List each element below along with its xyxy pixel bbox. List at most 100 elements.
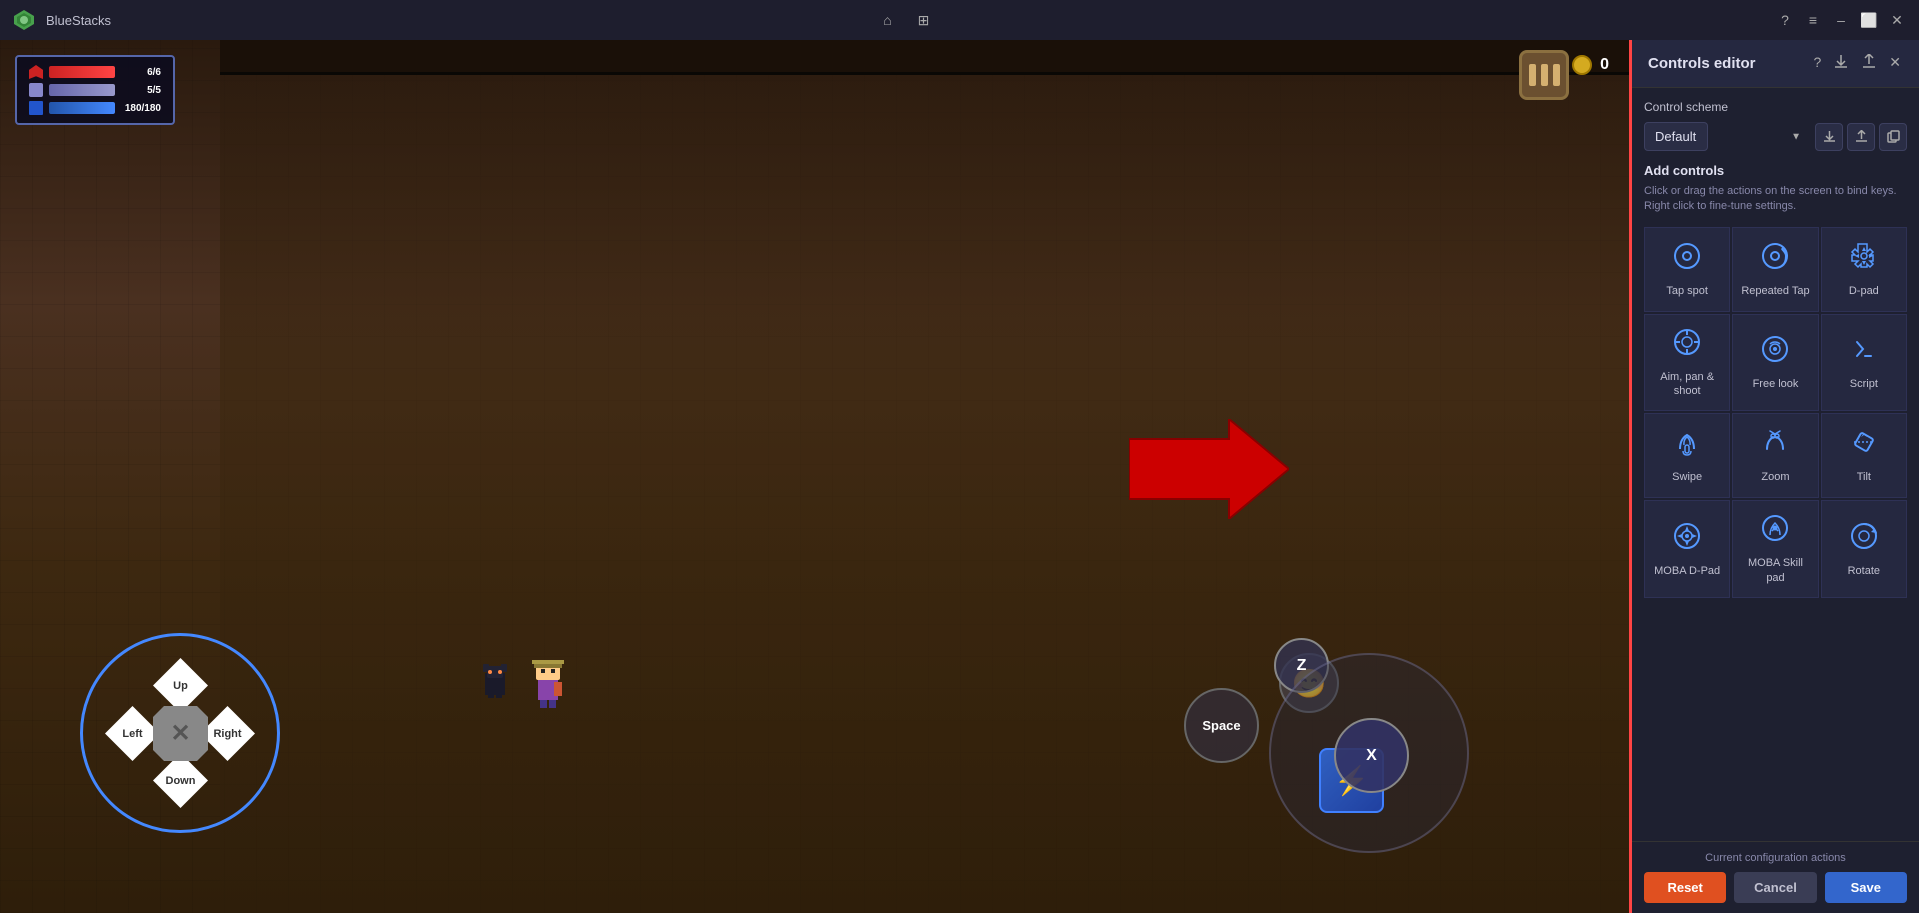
add-controls-desc: Click or drag the actions on the screen … [1644,184,1907,215]
cancel-button[interactable]: Cancel [1734,872,1816,903]
control-tilt[interactable]: Tilt [1821,413,1907,498]
wall-top [220,40,1629,75]
coin-icon [1572,55,1592,75]
config-label: Current configuration actions [1644,852,1907,864]
coin-count: 0 [1600,56,1609,74]
shield-icon [29,83,43,97]
hp-row: 6/6 [29,65,161,79]
dpad-up[interactable]: Up [153,658,208,713]
import-scheme-button[interactable] [1815,123,1843,151]
dpad-container[interactable]: Up Down Left Right ✕ [80,633,280,833]
hp-text: 6/6 [121,67,161,78]
repeated-tap-icon [1760,241,1790,276]
control-zoom[interactable]: Zoom [1732,413,1818,498]
free-look-icon [1760,334,1790,369]
close-button[interactable]: ✕ [1887,10,1907,30]
stamina-text: 180/180 [121,103,161,114]
dpad-circle[interactable]: Up Down Left Right ✕ [80,633,280,833]
export-scheme-button[interactable] [1847,123,1875,151]
swipe-label: Swipe [1672,470,1702,484]
control-tap-spot[interactable]: Tap spot [1644,227,1730,312]
script-icon [1849,334,1879,369]
control-free-look[interactable]: Free look [1732,314,1818,412]
panel-import-button[interactable] [1831,52,1851,75]
swipe-icon [1672,427,1702,462]
maximize-button[interactable]: ⬜ [1859,10,1879,30]
mp-bar [49,84,115,96]
zoom-label: Zoom [1761,470,1789,484]
tilt-label: Tilt [1857,470,1871,484]
control-repeated-tap[interactable]: Repeated Tap [1732,227,1818,312]
panel-footer: Current configuration actions Reset Canc… [1632,841,1919,913]
stamina-row: 180/180 [29,101,161,115]
scheme-dropdown-wrapper[interactable]: Default [1644,122,1809,151]
panel-help-button[interactable]: ? [1811,52,1823,75]
add-controls-title: Add controls [1644,163,1907,178]
x-button[interactable]: X [1334,718,1409,793]
dpad-left[interactable]: Left [105,706,160,761]
dpad-label: D-pad [1849,284,1879,298]
help-button[interactable]: ? [1775,10,1795,30]
heart-icon [29,65,43,79]
free-look-label: Free look [1753,377,1799,391]
moba-skill-icon [1760,513,1790,548]
repeated-tap-label: Repeated Tap [1741,284,1809,298]
zoom-icon [1760,427,1790,462]
dpad-center: ✕ [153,706,208,761]
control-rotate[interactable]: Rotate [1821,500,1907,598]
scheme-section: Control scheme Default [1644,100,1907,151]
control-swipe[interactable]: Swipe [1644,413,1730,498]
hp-bar [49,66,115,78]
home-button[interactable]: ⌂ [878,10,898,30]
aim-icon [1672,327,1702,362]
scheme-select[interactable]: Default [1644,122,1708,151]
add-controls-section: Add controls Click or drag the actions o… [1644,163,1907,215]
minimize-button[interactable]: – [1831,10,1851,30]
mp-bar-container [49,84,115,96]
moba-dpad-icon [1672,521,1702,556]
tap-spot-icon [1672,241,1702,276]
copy-scheme-button[interactable] [1879,123,1907,151]
reset-button[interactable]: Reset [1644,872,1726,903]
control-aim-pan-shoot[interactable]: Aim, pan & shoot [1644,314,1730,412]
panel-body: Control scheme Default [1632,88,1919,841]
layout-button[interactable]: ⊞ [914,10,934,30]
dpad-icon [1849,241,1879,276]
panel-title: Controls editor [1648,55,1756,72]
app-title: BlueStacks [46,13,868,28]
rotate-icon [1849,521,1879,556]
control-script[interactable]: Script [1821,314,1907,412]
pause-button[interactable] [1519,50,1569,100]
scheme-label: Control scheme [1644,100,1907,114]
panel-close-button[interactable]: ✕ [1887,52,1903,75]
menu-button[interactable]: ≡ [1803,10,1823,30]
control-dpad[interactable]: D-pad [1821,227,1907,312]
tap-spot-label: Tap spot [1666,284,1708,298]
mp-text: 5/5 [121,85,161,96]
control-moba-dpad[interactable]: MOBA D-Pad [1644,500,1730,598]
footer-buttons: Reset Cancel Save [1644,872,1907,903]
dpad-cross: Up Down Left Right ✕ [120,673,240,793]
tilt-icon [1849,427,1879,462]
controls-panel: Controls editor ? ✕ Contr [1629,40,1919,913]
aim-label: Aim, pan & shoot [1651,370,1723,399]
red-arrow-indicator [1129,419,1289,535]
dpad-down[interactable]: Down [153,753,208,808]
bluestacks-logo [12,8,36,32]
stamina-bar-container [49,102,115,114]
panel-header: Controls editor ? ✕ [1632,40,1919,88]
main-character [530,656,566,713]
control-moba-skill[interactable]: MOBA Skill pad [1732,500,1818,598]
pause-icon [1529,64,1560,86]
panel-export-button[interactable] [1859,52,1879,75]
controls-grid: Tap spot Repeated Tap [1644,227,1907,598]
main-area: 6/6 5/5 180/180 0 [0,40,1919,913]
scheme-icons [1815,123,1907,151]
space-button[interactable]: Space [1184,688,1259,763]
dpad-right[interactable]: Right [200,706,255,761]
window-controls: ? ≡ – ⬜ ✕ [1775,10,1907,30]
scheme-row: Default [1644,122,1907,151]
game-canvas[interactable]: 6/6 5/5 180/180 0 [0,40,1629,913]
cat-character [480,658,510,703]
save-button[interactable]: Save [1825,872,1907,903]
